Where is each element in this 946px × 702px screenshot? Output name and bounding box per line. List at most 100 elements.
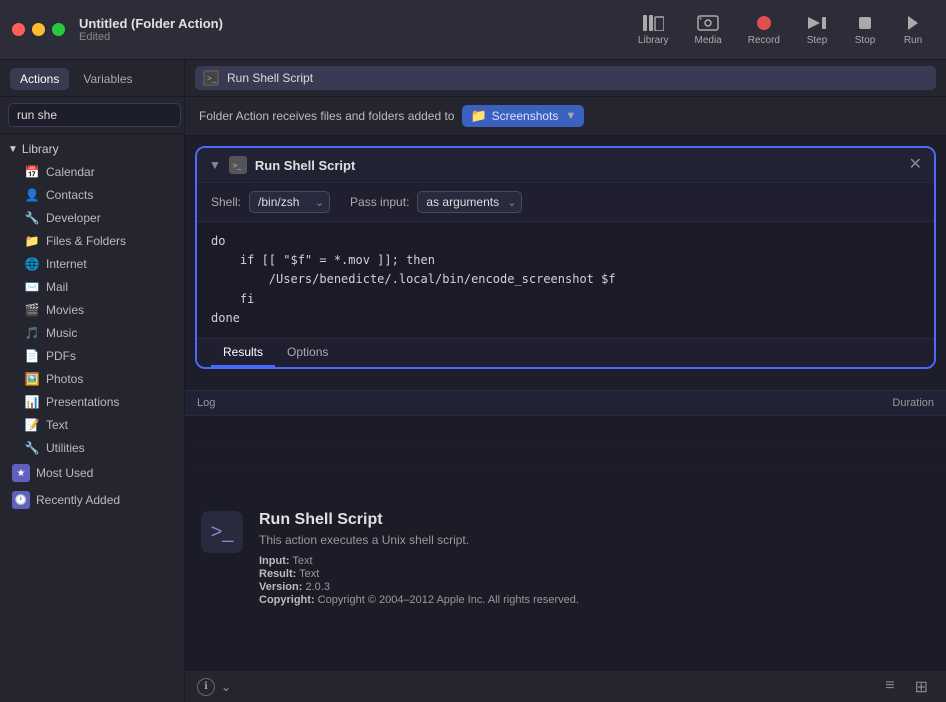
bottom-info: >_ Run Shell Script This action executes… <box>185 501 946 616</box>
media-button[interactable]: Media <box>685 10 732 50</box>
photos-icon: 🖼️ <box>24 371 40 387</box>
sidebar-item-internet[interactable]: 🌐 Internet <box>4 253 180 275</box>
status-right: ≡ ⊞ <box>879 675 934 699</box>
input-label: Input: <box>259 555 290 567</box>
meta-copyright: Copyright: Copyright © 2004–2012 Apple I… <box>259 594 930 606</box>
sidebar-item-contacts[interactable]: 👤 Contacts <box>4 184 180 206</box>
svg-text:>_: >_ <box>207 74 217 83</box>
sidebar-tabs: Actions Variables <box>0 60 184 97</box>
shell-select-wrapper: /bin/zsh /bin/bash /bin/sh <box>249 191 330 213</box>
search-bar: ✕ <box>0 97 184 134</box>
copyright-label: Copyright: <box>259 594 315 606</box>
shell-label: Shell: <box>211 195 241 209</box>
search-result-item[interactable]: >_ Run Shell Script <box>195 66 936 90</box>
sidebar-item-text[interactable]: 📝 Text <box>4 414 180 436</box>
library-button[interactable]: Library <box>628 10 679 50</box>
shell-script-icon: >_ <box>203 70 219 86</box>
calendar-icon: 📅 <box>24 164 40 180</box>
search-result-label: Run Shell Script <box>227 71 313 85</box>
developer-icon: 🔧 <box>24 210 40 226</box>
bottom-meta: Input: Text Result: Text Version: 2.0.3 <box>259 555 930 606</box>
maximize-button[interactable] <box>52 23 65 36</box>
status-dropdown[interactable]: ⌄ <box>221 680 231 694</box>
traffic-lights <box>12 23 65 36</box>
sidebar-item-recently-added[interactable]: 🕐 Recently Added <box>4 487 180 513</box>
stop-button[interactable]: Stop <box>844 10 886 50</box>
script-code-area[interactable]: do if [[ "$f" = *.mov ]]; then /Users/be… <box>197 222 934 338</box>
minimize-button[interactable] <box>32 23 45 36</box>
music-icon: 🎵 <box>24 325 40 341</box>
record-button[interactable]: Record <box>738 10 790 50</box>
info-circle-button[interactable]: ℹ <box>197 678 215 696</box>
sidebar-item-label: Internet <box>46 257 87 271</box>
titlebar: Untitled (Folder Action) Edited Library <box>0 0 946 60</box>
sidebar-item-calendar[interactable]: 📅 Calendar <box>4 161 180 183</box>
search-results-bar: >_ Run Shell Script <box>185 60 946 97</box>
shell-select[interactable]: /bin/zsh /bin/bash /bin/sh <box>249 191 330 213</box>
run-label: Run <box>904 35 922 46</box>
main-content: Actions Variables ✕ ▼ Library 📅 Calendar… <box>0 60 946 702</box>
status-bar: ℹ ⌄ ≡ ⊞ <box>185 670 946 702</box>
grid-view-button[interactable]: ⊞ <box>909 675 934 699</box>
sidebar-item-utilities[interactable]: 🔧 Utilities <box>4 437 180 459</box>
internet-icon: 🌐 <box>24 256 40 272</box>
log-col-header: Log <box>197 397 814 409</box>
duration-col-header: Duration <box>814 397 934 409</box>
folder-action-bar: Folder Action receives files and folders… <box>185 97 946 136</box>
folder-badge-icon: 📁 <box>470 108 486 124</box>
sidebar-item-mail[interactable]: ✉️ Mail <box>4 276 180 298</box>
sidebar-item-pdfs[interactable]: 📄 PDFs <box>4 345 180 367</box>
chevron-down-icon: ▼ <box>8 144 18 155</box>
close-button[interactable] <box>12 23 25 36</box>
chevron-down-icon: ⌄ <box>221 680 231 694</box>
action-icon: >_ <box>201 511 243 553</box>
sidebar-item-most-used[interactable]: ★ Most Used <box>4 460 180 486</box>
script-tabs: Results Options <box>197 338 934 367</box>
record-label: Record <box>748 35 780 46</box>
sidebar-item-label: Presentations <box>46 395 119 409</box>
stop-label: Stop <box>855 35 876 46</box>
sidebar-item-label: PDFs <box>46 349 76 363</box>
script-panel-close-button[interactable]: ✕ <box>909 157 922 173</box>
tab-variables[interactable]: Variables <box>73 68 142 90</box>
library-label: Library <box>638 35 669 46</box>
log-row-3 <box>185 472 946 500</box>
sidebar-item-label: Calendar <box>46 165 95 179</box>
pass-input-select[interactable]: as arguments to stdin <box>417 191 522 213</box>
search-input[interactable] <box>8 103 181 127</box>
log-row-1 <box>185 416 946 444</box>
folder-badge[interactable]: 📁 Screenshots ▼ <box>462 105 584 127</box>
collapse-icon[interactable]: ▼ <box>209 158 221 172</box>
record-icon <box>753 14 775 32</box>
sidebar-item-files-folders[interactable]: 📁 Files & Folders <box>4 230 180 252</box>
sidebar: Actions Variables ✕ ▼ Library 📅 Calendar… <box>0 60 185 702</box>
result-value: Text <box>299 568 319 580</box>
run-button[interactable]: Run <box>892 10 934 50</box>
pass-input-option-group: Pass input: as arguments to stdin <box>350 191 522 213</box>
script-options-row: Shell: /bin/zsh /bin/bash /bin/sh Pass i… <box>197 183 934 222</box>
sidebar-item-presentations[interactable]: 📊 Presentations <box>4 391 180 413</box>
tab-actions[interactable]: Actions <box>10 68 69 90</box>
sidebar-item-developer[interactable]: 🔧 Developer <box>4 207 180 229</box>
list-view-button[interactable]: ≡ <box>879 675 900 699</box>
sidebar-item-photos[interactable]: 🖼️ Photos <box>4 368 180 390</box>
meta-version: Version: 2.0.3 <box>259 581 930 593</box>
tab-options[interactable]: Options <box>275 339 340 367</box>
presentations-icon: 📊 <box>24 394 40 410</box>
app-subtitle: Edited <box>79 31 628 43</box>
input-value: Text <box>292 555 312 567</box>
script-panel-title: Run Shell Script <box>255 158 909 173</box>
sidebar-item-music[interactable]: 🎵 Music <box>4 322 180 344</box>
recently-added-icon: 🕐 <box>12 491 30 509</box>
step-button[interactable]: Step <box>796 10 838 50</box>
status-left: ℹ ⌄ <box>197 678 231 696</box>
version-value: 2.0.3 <box>305 581 329 593</box>
app-title: Untitled (Folder Action) <box>79 16 628 31</box>
svg-text:>_: >_ <box>233 163 241 170</box>
sidebar-item-label: Utilities <box>46 441 85 455</box>
tab-results[interactable]: Results <box>211 339 275 367</box>
canvas-area: ▼ >_ Run Shell Script ✕ Shell: <box>185 136 946 500</box>
library-section-label: Library <box>22 142 59 156</box>
sidebar-item-movies[interactable]: 🎬 Movies <box>4 299 180 321</box>
library-section-header[interactable]: ▼ Library <box>0 138 184 160</box>
